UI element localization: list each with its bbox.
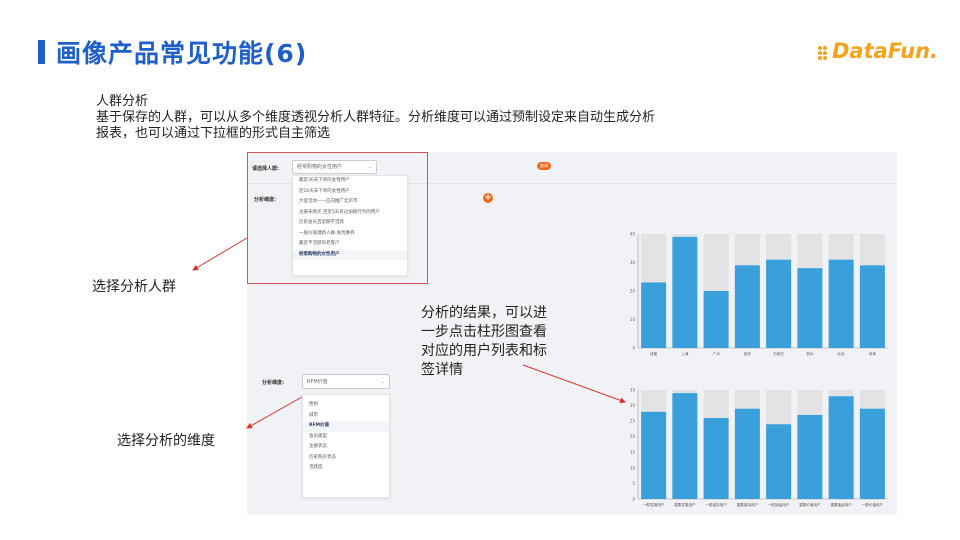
bar	[766, 259, 792, 348]
city-bar-chart: 0 10 20 30 40 成都 上海 广州 西安 石家庄 杭州 北京 深圳	[630, 232, 888, 356]
bar	[797, 414, 823, 499]
x-tick-label: 广州	[713, 351, 721, 356]
y-tick-label: 0	[632, 497, 635, 502]
x-tick-label: 一般挽留用户	[768, 502, 790, 507]
arrow-to-crowd-callout	[192, 237, 248, 271]
bar	[766, 424, 792, 499]
y-tick-label: 10	[630, 317, 636, 322]
bar	[703, 291, 729, 348]
bar	[641, 282, 667, 348]
description-heading: 人群分析	[96, 94, 149, 109]
y-tick-label: 0	[632, 346, 635, 351]
dimension-option[interactable]: RFM价值	[303, 421, 389, 432]
x-tick-label: 一般价值用户	[862, 502, 884, 507]
bar	[641, 411, 667, 499]
bottom-dimension-label: 分析维度:	[262, 380, 284, 386]
dimension-option[interactable]: 性别	[303, 400, 389, 411]
x-tick-label: 一般保持用户	[705, 502, 727, 507]
dimension-option[interactable]: 城市	[303, 411, 389, 422]
datafun-logo: DataFun.	[818, 39, 938, 66]
bar	[859, 265, 885, 348]
callout-result-line-3: 对应的用户列表和标	[421, 343, 547, 359]
bar	[859, 408, 885, 499]
crowd-highlight-box	[247, 152, 428, 284]
y-tick-label: 20	[630, 434, 636, 439]
x-tick-label: 上海	[681, 351, 689, 356]
x-tick-label: 成都	[650, 351, 658, 356]
x-tick-label: 杭州	[806, 351, 814, 356]
callout-select-crowd: 选择分析人群	[92, 279, 176, 295]
x-tick-label: 重要价值用户	[799, 502, 821, 507]
y-tick-label: 20	[630, 289, 636, 294]
logo-text: DataFun.	[832, 39, 939, 63]
dimension-select-value: RFM价值	[307, 379, 328, 385]
title-accent-bar	[38, 40, 45, 64]
callout-result-line-4: 签详情	[421, 362, 463, 378]
logo-dots-icon	[818, 46, 832, 60]
y-tick-label: 30	[630, 403, 636, 408]
x-tick-label: 深圳	[869, 351, 877, 356]
bar	[828, 396, 854, 499]
y-tick-label: 30	[630, 260, 636, 265]
y-tick-label: 15	[630, 450, 636, 455]
bar	[672, 393, 698, 499]
query-button[interactable]: 查询	[537, 162, 551, 170]
dimension-option[interactable]: 活跃度	[303, 463, 389, 474]
x-tick-label: 西安	[744, 351, 752, 356]
description-line-1: 基于保存的人群，可以从多个维度透视分析人群特征。分析维度可以通过预制设定来自动生…	[96, 110, 656, 125]
y-tick-label: 10	[630, 465, 636, 470]
x-tick-label: 北京	[838, 351, 846, 356]
bar	[734, 408, 760, 499]
x-tick-label: 重要挽留用户	[830, 502, 852, 507]
y-tick-label: 25	[630, 419, 636, 424]
callout-result: 分析的结果，可以进 一步点击柱形图查看 对应的用户列表和标 签详情	[421, 304, 591, 380]
bar	[797, 268, 823, 348]
slide-title: 画像产品常见功能(6)	[56, 39, 308, 68]
bar	[734, 265, 760, 348]
x-tick-label: 一般发展用户	[643, 502, 665, 507]
dimension-option[interactable]: 历史购买状态	[303, 453, 389, 464]
rfm-bar-chart: 0 5 10 15 20 25 30 35 一般发展用户 重要发展用户 一般保持用户 重要保持用户 一般…	[630, 388, 888, 507]
y-tick-label: 5	[632, 481, 635, 486]
x-tick-label: 石家庄	[773, 351, 784, 356]
dimension-option[interactable]: 会员类型	[303, 432, 389, 443]
bar	[672, 236, 698, 348]
dimension-dropdown: 性别 城市 RFM价值 会员类型 注册状态 历史购买状态 活跃度	[302, 394, 390, 498]
dimension-option[interactable]: 注册状态	[303, 442, 389, 453]
chevron-down-icon: ⌄	[380, 379, 385, 385]
y-tick-label: 35	[630, 388, 636, 393]
add-dimension-button[interactable]: +	[483, 193, 493, 203]
y-tick-label: 40	[630, 232, 636, 237]
bar	[703, 418, 729, 499]
x-tick-label: 重要发展用户	[674, 502, 696, 507]
callout-result-line-1: 分析的结果，可以进	[421, 305, 547, 321]
description-line-2: 报表，也可以通过下拉框的形式自主筛选	[96, 126, 331, 141]
bar	[828, 259, 854, 348]
description: 人群分析 基于保存的人群，可以从多个维度透视分析人群特征。分析维度可以通过预制设…	[96, 94, 816, 142]
callout-select-dimension: 选择分析的维度	[117, 433, 215, 449]
callout-result-line-2: 一步点击柱形图查看	[421, 324, 547, 340]
x-tick-label: 重要保持用户	[737, 502, 759, 507]
dimension-select[interactable]: RFM价值 ⌄	[302, 374, 390, 389]
